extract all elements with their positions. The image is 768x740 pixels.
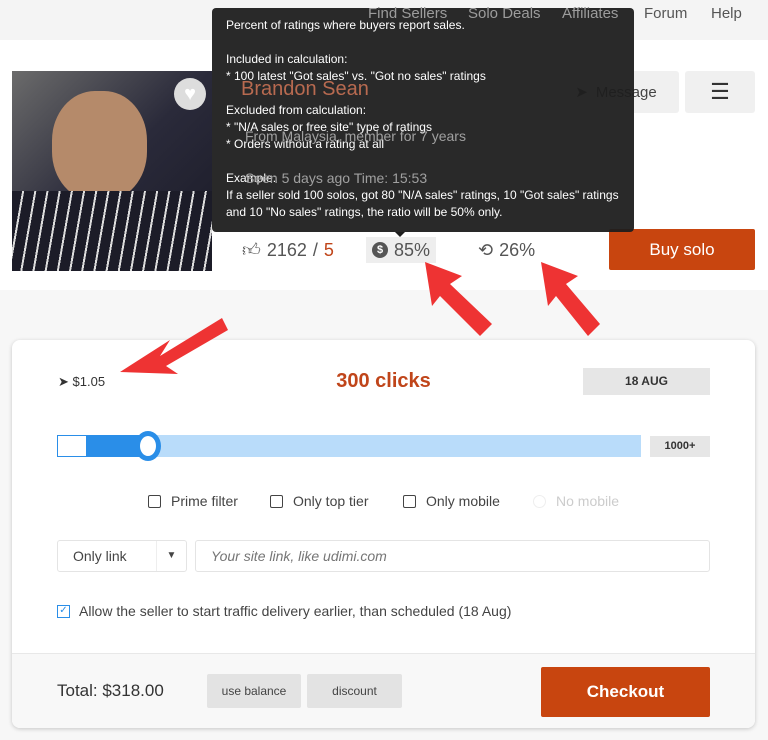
clicks-slider[interactable] — [57, 431, 641, 461]
seller-name[interactable]: Brandon Sean — [241, 78, 369, 101]
site-link-input[interactable] — [195, 540, 710, 572]
repeat-stat: ⟲ 26% — [478, 239, 536, 260]
thumbs-up-icon: 👍︎ — [242, 240, 261, 260]
nav-help[interactable]: Help — [711, 5, 742, 22]
order-total: Total: $318.00 — [57, 681, 164, 700]
only-mobile-checkbox[interactable]: Only mobile — [403, 493, 500, 509]
use-balance-button[interactable]: use balance — [207, 674, 301, 708]
likes-stat: 👍︎ 2162/5 — [242, 239, 334, 261]
allow-early-checkbox[interactable]: ✓ Allow the seller to start traffic deliv… — [57, 603, 511, 619]
discount-button[interactable]: discount — [307, 674, 402, 708]
nav-solo-deals[interactable]: Solo Deals — [468, 5, 541, 22]
only-top-tier-checkbox[interactable]: Only top tier — [270, 493, 368, 509]
slider-handle[interactable] — [135, 431, 161, 461]
nav-forum[interactable]: Forum — [644, 5, 687, 22]
buy-solo-button[interactable]: Buy solo — [609, 229, 755, 270]
seller-location: From Malaysia, member for 7 years — [245, 128, 466, 144]
repeat-icon: ⟲ — [478, 239, 494, 260]
slider-max-button[interactable]: 1000+ — [650, 436, 710, 457]
checkmark-icon: ✓ — [57, 604, 70, 618]
nav-affiliates[interactable]: Affiliates — [562, 5, 618, 22]
date-button[interactable]: 18 AUG — [583, 368, 710, 395]
no-mobile-checkbox: No mobile — [533, 493, 619, 509]
heart-icon[interactable]: ♥ — [174, 78, 206, 110]
sales-ratio-stat[interactable]: $85% — [366, 237, 437, 263]
order-card: ➤ $1.05 300 clicks 18 AUG 1000+ Prime fi… — [12, 340, 755, 728]
sales-ratio-tooltip: Percent of ratings where buyers report s… — [212, 8, 634, 237]
hamburger-icon[interactable]: ☰ — [685, 71, 755, 113]
link-type-select[interactable]: Only link ▼ — [57, 540, 187, 572]
caret-down-icon: ▼ — [156, 541, 186, 571]
prime-filter-checkbox[interactable]: Prime filter — [148, 493, 238, 509]
nav-find-sellers[interactable]: Find Sellers — [368, 5, 447, 22]
dollar-coin-icon: $ — [372, 242, 388, 258]
seller-seen: Seen 5 days ago Time: 15:53 — [245, 170, 428, 186]
checkout-button[interactable]: Checkout — [541, 667, 710, 717]
order-footer: Total: $318.00 use balance discount Chec… — [12, 653, 755, 728]
